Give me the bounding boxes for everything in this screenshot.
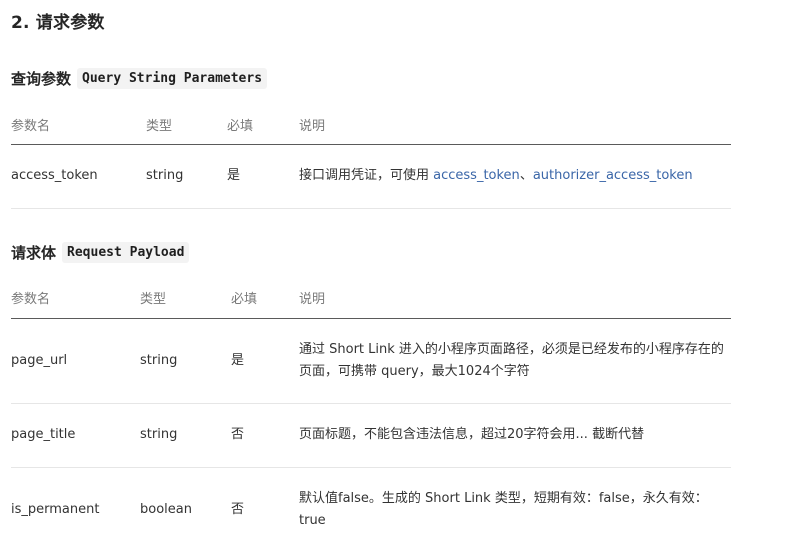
payload-header-divider	[11, 318, 731, 319]
payload-row-desc: 页面标题，不能包含违法信息，超过20字符会用... 截断代替	[299, 427, 645, 442]
payload-heading: 请求体 Request Payload	[11, 242, 190, 263]
query-header-type: 类型	[146, 119, 173, 134]
query-header-divider	[11, 144, 731, 145]
payload-row-divider	[11, 403, 731, 404]
payload-row-desc: 通过 Short Link 进入的小程序页面路径，必须是已经发布的小程序存在的页…	[299, 342, 724, 379]
payload-header-required: 必填	[231, 292, 258, 307]
payload-row-name: is_permanent	[11, 502, 100, 517]
query-row-desc-text: 接口调用凭证，可使用	[299, 168, 434, 183]
authorizer-access-token-link[interactable]: authorizer_access_token	[533, 168, 693, 183]
query-row-divider	[11, 208, 731, 209]
payload-header-desc: 说明	[299, 292, 326, 307]
payload-row-type: string	[140, 353, 178, 368]
payload-header-name: 参数名	[11, 292, 51, 307]
query-params-title: 查询参数	[11, 70, 72, 88]
payload-row-name: page_url	[11, 353, 68, 368]
query-row-name: access_token	[11, 168, 98, 183]
section-title: 2. 请求参数	[11, 13, 105, 33]
link-separator: 、	[519, 168, 533, 183]
payload-row-type: boolean	[140, 502, 192, 517]
payload-title: 请求体	[11, 244, 57, 262]
payload-row-required: 否	[231, 427, 245, 442]
payload-row-required: 是	[231, 353, 245, 368]
query-row-type: string	[146, 168, 184, 183]
payload-row-divider	[11, 467, 731, 468]
api-doc-page: 2. 请求参数 查询参数 Query String Parameters 参数名…	[0, 0, 786, 544]
query-header-required: 必填	[227, 119, 254, 134]
query-row-required: 是	[227, 168, 241, 183]
payload-row-required: 否	[231, 502, 245, 517]
query-row-desc: 接口调用凭证，可使用 access_token、authorizer_acces…	[299, 165, 729, 187]
query-params-heading: 查询参数 Query String Parameters	[11, 68, 268, 89]
payload-row-type: string	[140, 427, 178, 442]
query-params-code: Query String Parameters	[77, 68, 268, 89]
payload-header-type: 类型	[140, 292, 167, 307]
payload-row-desc: 默认值false。生成的 Short Link 类型，短期有效：false，永久…	[299, 491, 708, 528]
query-header-name: 参数名	[11, 119, 51, 134]
access-token-link[interactable]: access_token	[433, 168, 520, 183]
query-header-desc: 说明	[299, 119, 326, 134]
payload-row-name: page_title	[11, 427, 76, 442]
payload-code: Request Payload	[62, 242, 190, 263]
